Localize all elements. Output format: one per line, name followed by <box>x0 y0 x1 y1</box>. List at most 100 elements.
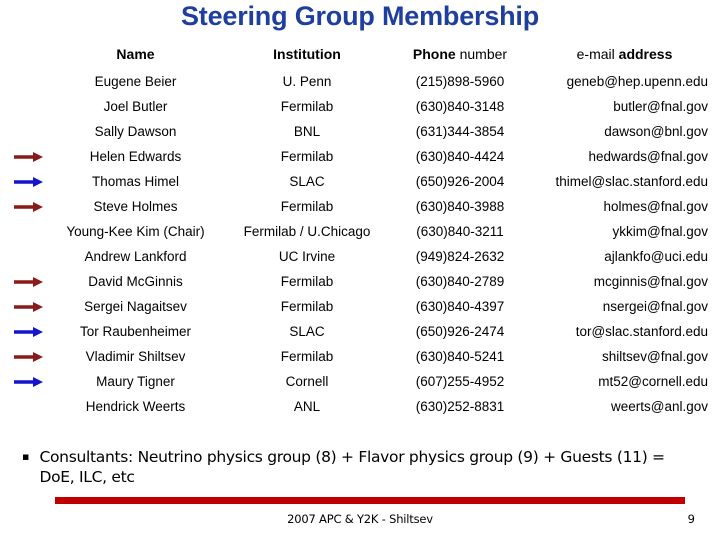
table-row: Eugene Beier U. Penn (215)898-5960 geneb@he… <box>0 69 720 94</box>
column-header-arrow <box>0 42 48 69</box>
table-row: David McGinnis Fermilab (630)840-2789 mcgin… <box>0 269 720 294</box>
right-arrow-icon <box>14 277 43 288</box>
row-marker-arrow <box>0 369 48 394</box>
cell-name: Hendrick Weerts <box>85 399 186 414</box>
column-header-email-rest: e-mail <box>576 46 619 62</box>
row-marker-arrow <box>0 344 48 369</box>
cell-institution: UC Irvine <box>278 249 336 264</box>
table-row: Tor Raubenheimer SLAC (650)926-2474 tor@sla… <box>0 319 720 344</box>
cell-email: weerts@anl.gov <box>611 399 708 414</box>
cell-name: Andrew Lankford <box>84 249 187 264</box>
cell-institution: SLAC <box>289 324 325 339</box>
table-header-row: Name Institution Phone number e-mail add… <box>0 42 720 69</box>
consultants-bullet-text: Consultants: Neutrino physics group (8) … <box>39 448 665 486</box>
row-marker-arrow <box>0 169 48 194</box>
membership-table-container: Name Institution Phone number e-mail add… <box>0 42 720 419</box>
cell-phone: (215)898-5960 <box>415 74 505 89</box>
row-marker-empty <box>0 219 48 244</box>
cell-email: mcginnis@fnal.gov <box>593 274 708 289</box>
row-marker-empty <box>0 69 48 94</box>
cell-email: thimel@slac.stanford.edu <box>555 174 708 189</box>
consultants-bullet: ▪ Consultants: Neutrino physics group (8… <box>22 447 702 487</box>
cell-phone: (650)926-2474 <box>415 324 505 339</box>
table-row: Hendrick Weerts ANL (630)252-8831 weerts@an… <box>0 394 720 419</box>
cell-name: Vladimir Shiltsev <box>85 349 186 364</box>
bullet-marker-icon: ▪ <box>22 450 30 463</box>
cell-name: Sergei Nagaitsev <box>84 299 187 314</box>
column-header-institution-text: Institution <box>273 46 341 62</box>
row-marker-arrow <box>0 294 48 319</box>
cell-phone: (630)840-5241 <box>415 349 505 364</box>
cell-name: Thomas Himel <box>91 174 180 189</box>
table-row: Maury Tigner Cornell (607)255-4952 mt52@cor… <box>0 369 720 394</box>
cell-institution: BNL <box>293 124 321 139</box>
row-marker-arrow <box>0 319 48 344</box>
cell-email: hedwards@fnal.gov <box>588 149 708 164</box>
cell-phone: (630)252-8831 <box>415 399 505 414</box>
row-marker-arrow <box>0 269 48 294</box>
table-row: Sally Dawson BNL (631)344-3854 dawson@bnl.g… <box>0 119 720 144</box>
cell-institution: Fermilab <box>280 299 334 314</box>
cell-name: Sally Dawson <box>94 124 177 139</box>
cell-phone: (631)344-3854 <box>415 124 505 139</box>
right-arrow-icon <box>14 202 43 213</box>
footer-divider-rule <box>55 497 685 504</box>
cell-phone: (630)840-4424 <box>415 149 505 164</box>
row-marker-arrow <box>0 144 48 169</box>
cell-institution: Fermilab <box>280 199 334 214</box>
cell-email: ajlankfo@uci.edu <box>604 249 708 264</box>
footer-text: 2007 APC & Y2K - Shiltsev <box>287 512 433 526</box>
right-arrow-icon <box>14 352 43 363</box>
column-header-phone-rest: number <box>455 46 508 62</box>
cell-name: Eugene Beier <box>94 74 177 89</box>
membership-table: Name Institution Phone number e-mail add… <box>0 42 720 419</box>
row-marker-empty <box>0 394 48 419</box>
column-header-name-text: Name <box>116 46 155 62</box>
table-row: Thomas Himel SLAC (650)926-2004 thimel@slac… <box>0 169 720 194</box>
table-header: Name Institution Phone number e-mail add… <box>0 42 720 69</box>
cell-name: Maury Tigner <box>96 374 175 389</box>
table-row: Andrew Lankford UC Irvine (949)824-2632 ajl… <box>0 244 720 269</box>
cell-name: Steve Holmes <box>93 199 178 214</box>
right-arrow-icon <box>14 177 43 188</box>
table-body: Eugene Beier U. Penn (215)898-5960 geneb@he… <box>0 69 720 419</box>
column-header-phone-bold: Phone <box>412 46 456 62</box>
slide-canvas: Steering Group Membership Name Instituti… <box>0 0 720 540</box>
cell-phone: (630)840-2789 <box>415 274 505 289</box>
row-marker-empty <box>0 244 48 269</box>
cell-institution: U. Penn <box>282 74 332 89</box>
cell-institution: Fermilab <box>280 99 334 114</box>
cell-email: mt52@cornell.edu <box>598 374 708 389</box>
table-row: Helen Edwards Fermilab (630)840-4424 hedwar… <box>0 144 720 169</box>
row-marker-empty <box>0 94 48 119</box>
cell-email: nsergei@fnal.gov <box>602 299 708 314</box>
cell-institution: Fermilab / U.Chicago <box>243 224 371 239</box>
table-row: Steve Holmes Fermilab (630)840-3988 holmes@… <box>0 194 720 219</box>
cell-phone: (650)926-2004 <box>415 174 505 189</box>
cell-email: shiltsev@fnal.gov <box>601 349 708 364</box>
cell-email: tor@slac.stanford.edu <box>575 324 708 339</box>
cell-phone: (630)840-3211 <box>416 224 504 239</box>
cell-name: Helen Edwards <box>89 149 182 164</box>
cell-email: dawson@bnl.gov <box>604 124 708 139</box>
page-number: 9 <box>687 512 695 526</box>
cell-name: Young-Kee Kim (Chair) <box>66 224 205 239</box>
cell-email: geneb@hep.upenn.edu <box>566 74 708 89</box>
cell-name: Joel Butler <box>103 99 168 114</box>
cell-institution: Fermilab <box>280 149 334 164</box>
cell-institution: SLAC <box>289 174 325 189</box>
table-row: Joel Butler Fermilab (630)840-3148 butler@f… <box>0 94 720 119</box>
cell-email: holmes@fnal.gov <box>603 199 708 214</box>
cell-phone: (630)840-4397 <box>415 299 505 314</box>
cell-name: Tor Raubenheimer <box>79 324 192 339</box>
column-header-institution: Institution <box>223 42 391 69</box>
column-header-email: e-mail address <box>529 42 720 69</box>
cell-name: David McGinnis <box>88 274 183 289</box>
cell-institution: Fermilab <box>280 349 334 364</box>
cell-email: ykkim@fnal.gov <box>612 224 708 239</box>
column-header-name: Name <box>48 42 223 69</box>
cell-phone: (607)255-4952 <box>415 374 505 389</box>
table-row: Vladimir Shiltsev Fermilab (630)840-5241 sh… <box>0 344 720 369</box>
right-arrow-icon <box>14 152 43 163</box>
row-marker-empty <box>0 119 48 144</box>
